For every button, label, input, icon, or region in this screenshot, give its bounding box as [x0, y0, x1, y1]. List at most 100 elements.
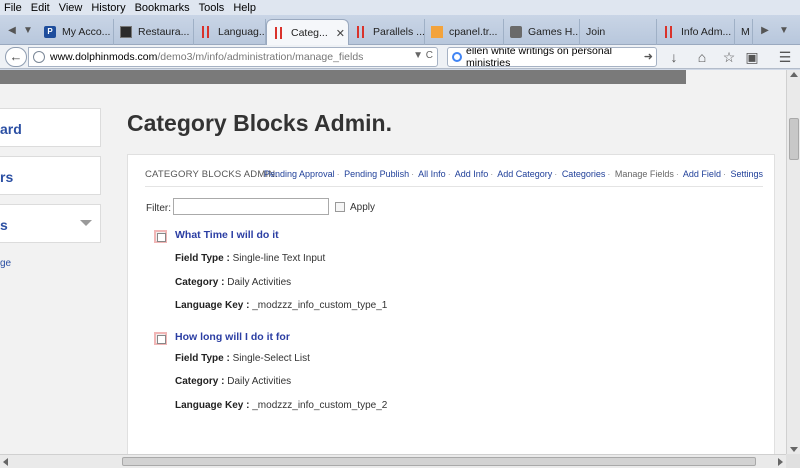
menu-bookmarks[interactable]: Bookmarks	[135, 2, 190, 14]
tab-label: cpanel.tr...	[449, 26, 498, 38]
field-key-row: Language Key : _modzzz_info_custom_type_…	[175, 400, 388, 411]
tab-label: Languag...	[218, 26, 266, 38]
tab-parallels[interactable]: Parallels ...	[349, 19, 425, 45]
scroll-left-icon[interactable]	[3, 458, 8, 466]
nav-add-info[interactable]: Add Info	[455, 169, 489, 179]
scrollbar-corner	[786, 454, 800, 468]
reload-icon[interactable]: ▼ C	[413, 50, 433, 61]
field-title-link[interactable]: What Time I will do it	[175, 229, 279, 241]
site-favicon-icon	[120, 26, 132, 38]
sidebar-item-label: s	[0, 217, 8, 233]
paypal-favicon-icon: P	[44, 26, 56, 38]
chevron-down-icon[interactable]	[80, 220, 92, 226]
tab-label: Join	[586, 26, 606, 38]
nav-settings[interactable]: Settings	[730, 169, 763, 179]
panel-title: CATEGORY BLOCKS ADMIN.	[145, 169, 279, 180]
close-tab-icon[interactable]: ✕	[336, 27, 345, 40]
scroll-down-icon[interactable]	[790, 447, 798, 452]
tab-label: Parallels ...	[373, 26, 425, 38]
apply-label: Apply	[350, 202, 376, 213]
filter-input[interactable]	[173, 198, 329, 215]
tab-info-admin[interactable]: Info Adm...	[657, 19, 735, 45]
tab-games[interactable]: Games H...	[504, 19, 580, 45]
menu-view[interactable]: View	[59, 2, 83, 14]
scroll-thumb[interactable]	[122, 457, 756, 466]
top-bar-strip	[0, 70, 686, 84]
red-bars-favicon-icon	[273, 27, 285, 39]
sidebar-item-members[interactable]: rs	[0, 156, 101, 195]
scroll-thumb[interactable]	[789, 118, 799, 160]
games-favicon-icon	[510, 26, 522, 38]
navigation-bar: ← www.dolphinmods.com /demo3/m/info/admi…	[0, 45, 800, 69]
horizontal-scrollbar[interactable]	[0, 454, 786, 468]
admin-panel: CATEGORY BLOCKS ADMIN. Pending Approval ·…	[127, 154, 775, 454]
nav-pending-publish[interactable]: Pending Publish	[344, 169, 409, 179]
page-title: Category Blocks Admin.	[127, 110, 392, 136]
field-select-checkbox[interactable]	[154, 332, 167, 345]
tab-menu-icon[interactable]: ▼	[776, 23, 792, 39]
apply-checkbox[interactable]	[335, 202, 345, 212]
tab-restaurant[interactable]: Restaura...	[114, 19, 194, 45]
tab-label: Games H...	[528, 26, 580, 38]
url-bar[interactable]: www.dolphinmods.com /demo3/m/info/admini…	[28, 47, 438, 67]
red-bars-favicon-icon	[200, 26, 212, 38]
vertical-scrollbar[interactable]	[786, 70, 800, 454]
scroll-up-icon[interactable]	[790, 72, 798, 77]
tab-scroll-left-icon[interactable]: ◀	[4, 23, 20, 39]
menu-help[interactable]: Help	[233, 2, 256, 14]
panel-nav: Pending Approval · Pending Publish · All I…	[264, 169, 763, 179]
download-icon[interactable]: ↓	[665, 48, 683, 66]
sidebar-item-modules[interactable]: s	[0, 204, 101, 243]
field-type-row: Field Type : Single-line Text Input	[175, 253, 326, 264]
tab-strip: ◀ ▼ P My Acco... Restaura... Languag... …	[0, 15, 800, 46]
tab-more[interactable]: M	[735, 19, 753, 45]
menu-bar: File Edit View History Bookmarks Tools H…	[0, 0, 800, 15]
menu-edit[interactable]: Edit	[31, 2, 50, 14]
tab-paypal[interactable]: P My Acco...	[38, 19, 114, 45]
nav-all-info[interactable]: All Info	[418, 169, 446, 179]
field-key-row: Language Key : _modzzz_info_custom_type_…	[175, 300, 388, 311]
hamburger-menu-icon[interactable]: ☰	[776, 48, 794, 66]
tab-join[interactable]: Join	[580, 19, 657, 45]
tab-label: Restaura...	[138, 26, 190, 38]
scroll-right-icon[interactable]	[778, 458, 783, 466]
cpanel-favicon-icon	[431, 26, 443, 38]
tab-category-active[interactable]: Categ... ✕	[266, 19, 349, 46]
field-select-checkbox[interactable]	[154, 230, 167, 243]
menu-tools[interactable]: Tools	[199, 2, 225, 14]
sidebar-item-dashboard[interactable]: ard	[0, 108, 101, 147]
nav-add-category[interactable]: Add Category	[497, 169, 552, 179]
nav-add-field[interactable]: Add Field	[683, 169, 721, 179]
tab-label: My Acco...	[62, 26, 111, 38]
menu-history[interactable]: History	[91, 2, 125, 14]
sidebar-item-label: rs	[0, 169, 14, 185]
tab-language[interactable]: Languag...	[194, 19, 266, 45]
bookmark-star-icon[interactable]: ☆	[720, 48, 738, 66]
search-input: ellen white writings on personal ministr…	[466, 47, 612, 67]
nav-pending-approval[interactable]: Pending Approval	[264, 169, 335, 179]
tab-label: Categ...	[291, 27, 328, 39]
url-domain: www.dolphinmods.com	[50, 51, 158, 63]
sidebar-sub-link[interactable]: ge	[0, 258, 11, 269]
filter-label: Filter:	[146, 203, 171, 214]
tab-label: Info Adm...	[681, 26, 732, 38]
sidebar-item-label: ard	[0, 121, 22, 137]
field-title-link[interactable]: How long will I do it for	[175, 331, 290, 343]
field-type-row: Field Type : Single-Select List	[175, 353, 310, 364]
red-bars-favicon-icon	[355, 26, 367, 38]
tab-label: M	[741, 26, 750, 38]
nav-categories[interactable]: Categories	[562, 169, 606, 179]
tab-scroll-right-icon[interactable]: ▶	[757, 23, 773, 39]
search-bar[interactable]: ellen white writings on personal ministr…	[447, 47, 657, 67]
tab-cpanel[interactable]: cpanel.tr...	[425, 19, 504, 45]
google-search-icon	[452, 52, 462, 62]
clipboard-icon[interactable]: ▣	[743, 48, 761, 66]
nav-manage-fields: Manage Fields	[614, 169, 674, 179]
field-category-row: Category : Daily Activities	[175, 376, 292, 387]
search-go-icon[interactable]: ➜	[644, 50, 653, 63]
field-category-row: Category : Daily Activities	[175, 277, 292, 288]
menu-file[interactable]: File	[4, 2, 22, 14]
home-icon[interactable]: ⌂	[693, 48, 711, 66]
tab-list-icon[interactable]: ▼	[20, 23, 36, 39]
back-button[interactable]: ←	[5, 47, 27, 67]
